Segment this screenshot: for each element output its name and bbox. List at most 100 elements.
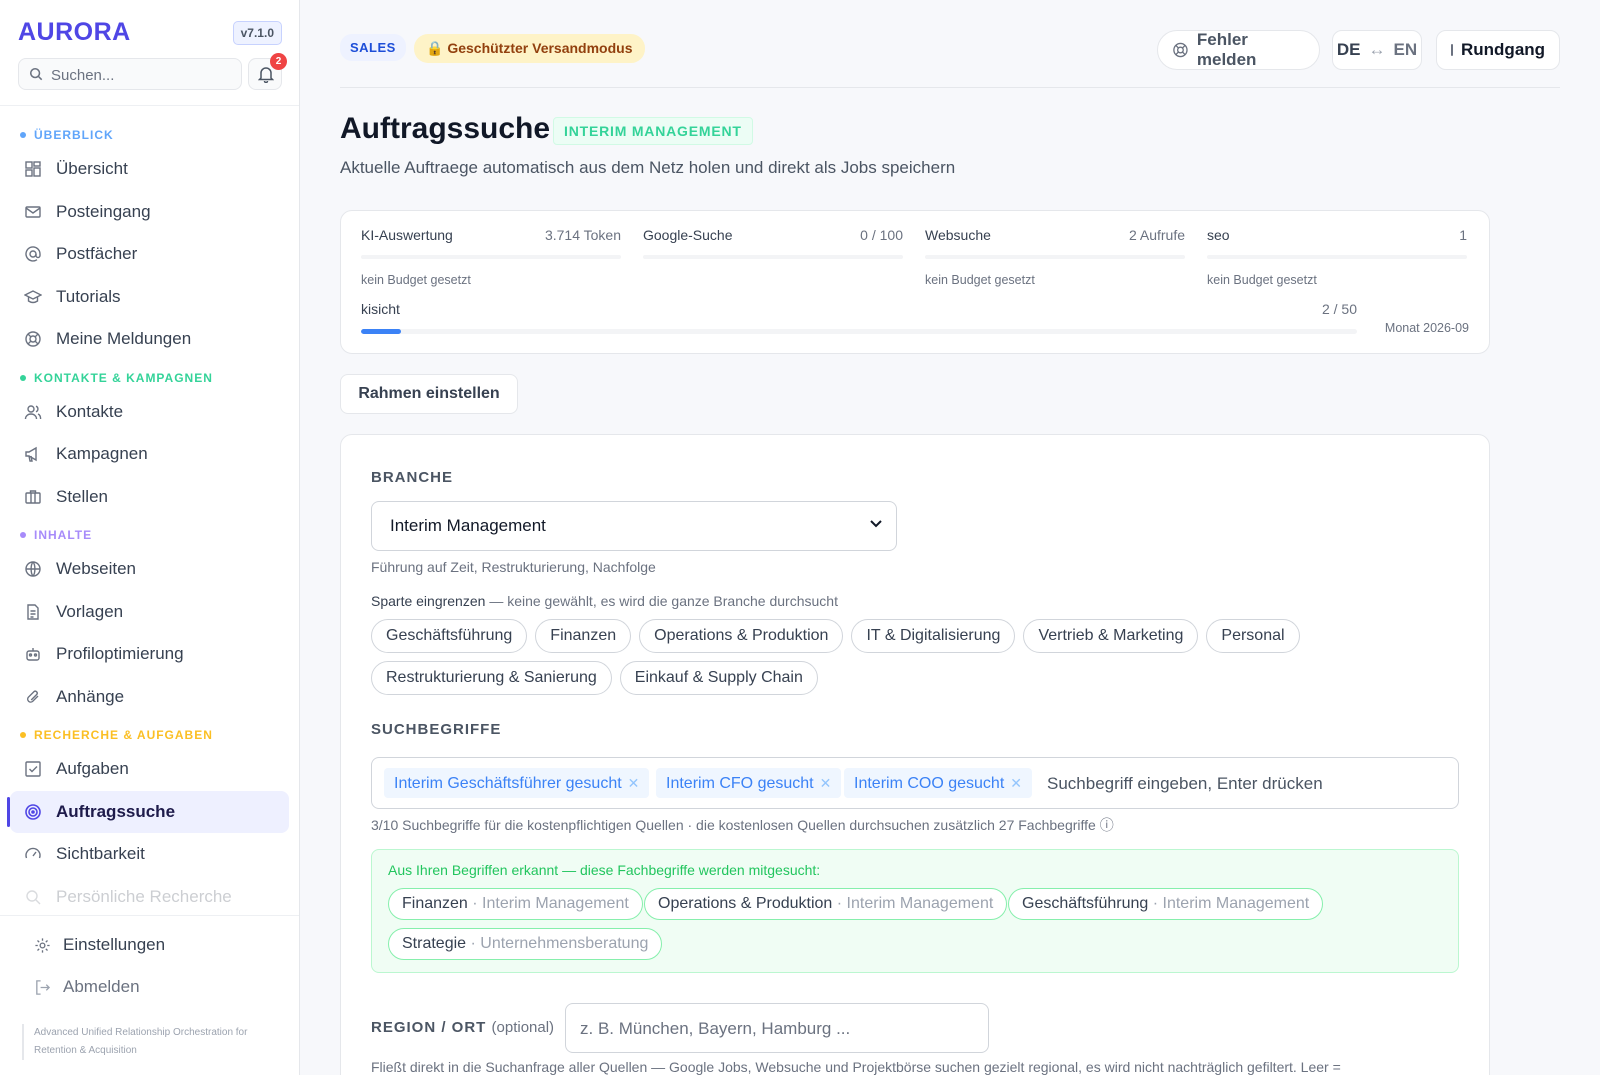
budget-month: Monat 2026-09	[1384, 321, 1469, 335]
remove-tag-icon[interactable]: ✕	[628, 775, 640, 791]
metric-note: kein Budget gesetzt	[361, 273, 471, 287]
detected-term-chip: Finanzen · Interim Management	[388, 888, 643, 920]
metric-ki-auswertung: KI-Auswertung 3.714 Token kein Budget ges…	[361, 227, 621, 287]
term-category: · Interim Management	[467, 895, 629, 912]
metric-value: 0 / 100	[860, 227, 903, 243]
lifebuoy-icon	[25, 331, 41, 347]
sidebar-item-label: Kontakte	[56, 401, 124, 421]
sidebar-item-profiloptimierung[interactable]: Profiloptimierung	[10, 633, 289, 676]
metric-note: kein Budget gesetzt	[1207, 273, 1317, 287]
set-frame-button[interactable]: Rahmen einstellen	[340, 374, 518, 414]
sidebar-item-webseiten[interactable]: Webseiten	[10, 548, 289, 591]
metric-name: kisicht	[361, 301, 400, 317]
lang-de: DE	[1336, 40, 1361, 59]
region-label-text: REGION / ORT	[371, 1019, 487, 1036]
section-label: KONTAKTE & KAMPAGNEN	[34, 370, 213, 385]
sidebar-item-label: Webseiten	[56, 559, 137, 579]
metric-name: Websuche	[925, 227, 991, 243]
search-icon	[26, 890, 41, 905]
sidebar-item-aufgaben[interactable]: Aufgaben	[10, 748, 289, 791]
remove-tag-icon[interactable]: ✕	[820, 775, 832, 791]
region-hint: Fließt direkt in die Suchanfrage aller Q…	[371, 1059, 1341, 1075]
section-recherche-aufgaben: RECHERCHE & AUFGABEN	[0, 722, 299, 748]
target-icon	[25, 803, 41, 820]
sidebar-item-einstellungen[interactable]: Einstellungen	[0, 924, 299, 966]
sparte-chip[interactable]: IT & Digitalisierung	[851, 619, 1016, 653]
grid-icon	[25, 161, 41, 177]
term: Strategie	[402, 935, 467, 952]
metric-track	[361, 255, 621, 259]
sidebar-item-label: Übersicht	[56, 159, 128, 179]
sidebar-item-sichtbarkeit[interactable]: Sichtbarkeit	[10, 833, 289, 876]
globe-icon	[25, 561, 41, 577]
sidebar-item-label: Stellen	[56, 486, 108, 506]
notification-count-badge: 2	[270, 53, 287, 70]
keyword-tag-label: Interim Geschäftsführer gesucht	[394, 775, 622, 792]
tour-button[interactable]: Rundgang	[1436, 30, 1560, 70]
sidebar-item-label: Einstellungen	[63, 935, 166, 954]
term-category: · Interim Management	[1148, 895, 1310, 912]
section-label: ÜBERBLICK	[34, 128, 114, 142]
sparte-chip[interactable]: Einkauf & Supply Chain	[619, 661, 818, 695]
sidebar: AURORA v7.1.0 2 ÜBERBLICK Übersicht Post…	[0, 0, 300, 1075]
notifications-button[interactable]: 2	[248, 53, 287, 90]
sparte-chip[interactable]: Finanzen	[535, 619, 632, 653]
sidebar-item-vorlagen[interactable]: Vorlagen	[10, 591, 289, 634]
sidebar-item-label: Persönliche Recherche	[56, 886, 232, 906]
sidebar-item-posteingang[interactable]: Posteingang	[10, 191, 289, 234]
sidebar-item-meine-meldungen[interactable]: Meine Meldungen	[10, 318, 289, 361]
sidebar-item-uebersicht[interactable]: Übersicht	[10, 148, 289, 191]
sidebar-item-persoenliche-recherche[interactable]: Persönliche Recherche	[10, 876, 289, 916]
brand-logo[interactable]: AURORA	[18, 18, 131, 47]
sidebar-footer: Einstellungen Abmelden Advanced Unified …	[0, 915, 299, 1075]
paperclip-icon	[27, 690, 39, 703]
lang-en: EN	[1393, 40, 1418, 59]
keyword-input[interactable]	[1047, 772, 1437, 796]
tour-icon	[1451, 44, 1453, 56]
sidebar-search[interactable]	[18, 58, 242, 90]
metric-value: 1	[1459, 227, 1467, 243]
branche-label: BRANCHE	[371, 469, 453, 486]
keyword-tag: Interim COO gesucht ✕	[844, 768, 1033, 798]
sidebar-item-postfaecher[interactable]: Postfächer	[10, 233, 289, 276]
sidebar-item-stellen[interactable]: Stellen	[10, 476, 289, 519]
sparte-chip[interactable]: Personal	[1206, 619, 1300, 653]
sidebar-item-kontakte[interactable]: Kontakte	[10, 391, 289, 434]
region-field[interactable]	[565, 1003, 989, 1053]
detected-term-chip: Geschäftsführung · Interim Management	[1008, 888, 1324, 920]
sidebar-item-anhaenge[interactable]: Anhänge	[10, 676, 289, 719]
sparte-chip[interactable]: Operations & Produktion	[639, 619, 844, 653]
section-label: INHALTE	[34, 528, 93, 542]
checkbox-icon	[25, 761, 41, 777]
section-dot	[20, 374, 26, 381]
term-category: · Interim Management	[832, 895, 994, 912]
section-kontakte-kampagnen: KONTAKTE & KAMPAGNEN	[0, 365, 299, 391]
report-bug-button[interactable]: Fehler melden	[1157, 30, 1320, 70]
sparte-chip[interactable]: Restrukturierung & Sanierung	[371, 661, 612, 695]
logout-button[interactable]: Abmelden	[0, 966, 299, 1008]
region-label: REGION / ORT (optional)	[371, 1019, 554, 1036]
sidebar-item-auftragssuche[interactable]: Auftragssuche	[7, 790, 289, 833]
keyword-tag-input[interactable]: Interim Geschäftsführer gesucht ✕ Interim…	[371, 757, 1459, 809]
robot-icon	[26, 648, 40, 661]
language-toggle[interactable]: DE ↔ EN	[1332, 30, 1422, 70]
metric-google-suche: Google-Suche 0 / 100	[643, 227, 903, 273]
safe-mode-badge: 🔒 Geschützter Versandmodus	[414, 34, 645, 63]
metric-value: 2 / 50	[1321, 301, 1357, 317]
metric-websuche: Websuche 2 Aufrufe kein Budget gesetzt	[925, 227, 1185, 287]
mail-icon	[25, 206, 41, 218]
sidebar-item-tutorials[interactable]: Tutorials	[10, 276, 289, 319]
branche-select[interactable]: Interim Management	[371, 501, 897, 551]
sparte-chip[interactable]: Vertrieb & Marketing	[1023, 619, 1199, 653]
divider	[0, 105, 299, 106]
metric-track	[643, 255, 903, 259]
remove-tag-icon[interactable]: ✕	[1010, 775, 1022, 791]
sidebar-item-label: Kampagnen	[56, 444, 148, 464]
sidebar-item-label: Aufgaben	[56, 759, 129, 779]
search-input[interactable]	[51, 64, 231, 86]
sales-badge: SALES	[340, 34, 406, 61]
sidebar-item-kampagnen[interactable]: Kampagnen	[10, 433, 289, 476]
region-input[interactable]	[580, 1017, 970, 1041]
sparte-chip[interactable]: Geschäftsführung	[371, 619, 528, 653]
gear-icon	[35, 937, 50, 953]
